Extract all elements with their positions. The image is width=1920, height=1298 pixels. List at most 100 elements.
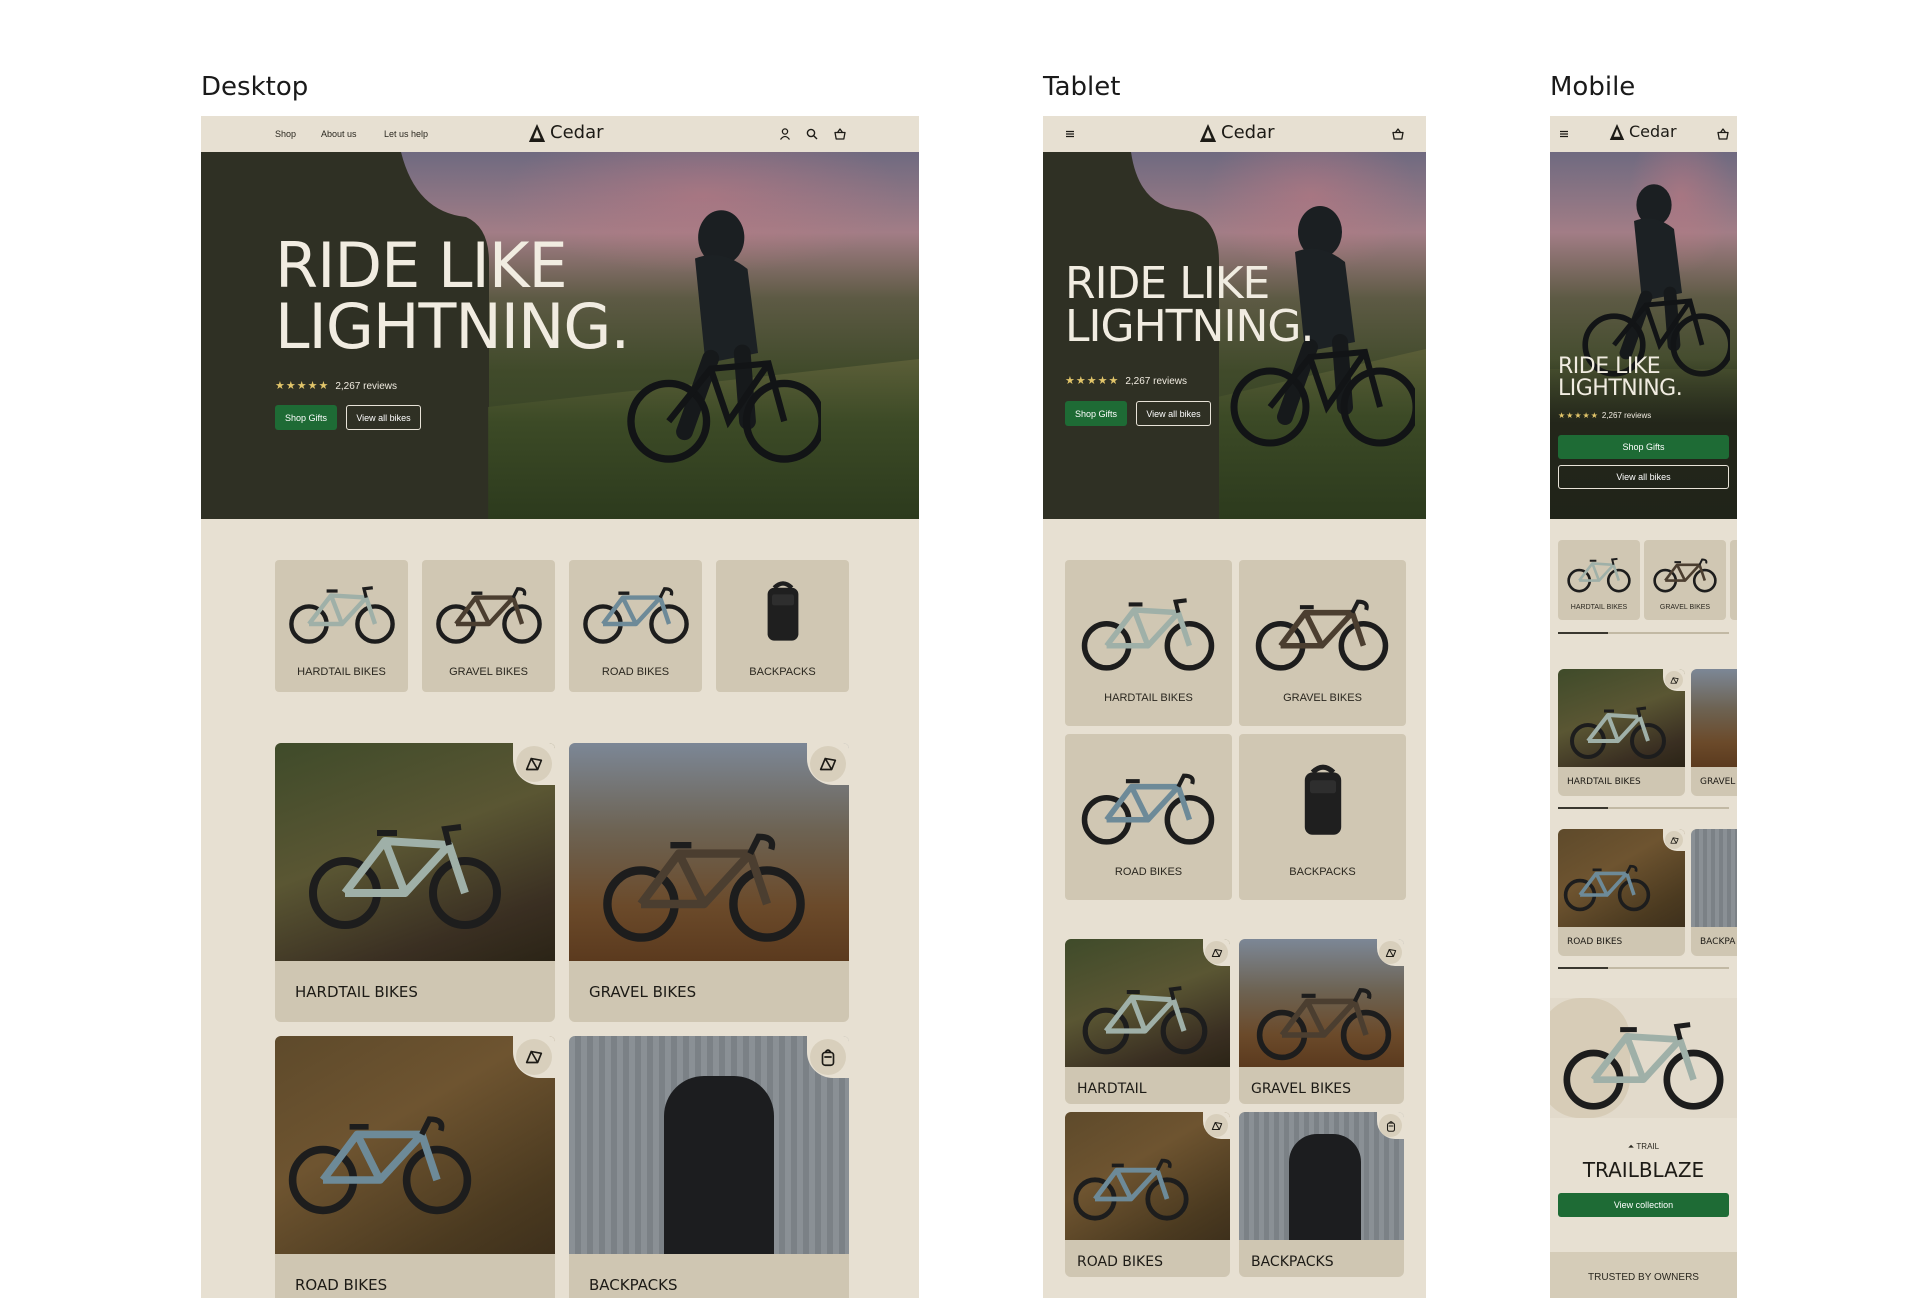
category-gravel[interactable]: GRAVEL BIKES [1239,560,1406,726]
bike-frame-icon [516,1039,552,1075]
category-hardtail[interactable]: HARDTAIL BIKES [1065,560,1232,726]
cedar-logo-icon [528,123,546,143]
hero-headline-line2: LIGHTNING. [1065,301,1314,353]
hero-rating: ★★★★★ 2,267 reviews [1065,374,1187,387]
cards-progress-2 [1558,967,1729,969]
card-title: HARDTAIL [1077,1081,1147,1097]
card-road[interactable]: ROAD BIKES [1065,1112,1230,1277]
category-hardtail[interactable]: HARDTAIL BIKES [1558,540,1640,620]
category-label: GRAVEL BIKES [449,666,528,678]
card-hardtail[interactable]: HARDTAIL [1065,939,1230,1104]
category-label: BACKPACKS [1289,866,1356,878]
category-road[interactable]: ROAD BIKES [1065,734,1232,900]
menu-icon[interactable] [1063,127,1077,141]
card-hardtail[interactable]: HARDTAIL BIKES [275,743,555,1022]
review-count: 2,267 reviews [335,381,398,392]
tablet-label: Tablet [1043,72,1121,102]
view-all-bikes-button[interactable]: View all bikes [1558,465,1729,489]
cedar-logo-icon [1609,123,1625,141]
category-label: GRAVEL BIKES [1283,692,1362,704]
shop-gifts-button[interactable]: Shop Gifts [1558,435,1729,459]
card-title: ROAD BIKES [1567,937,1623,947]
category-label: ROAD BIKES [1114,866,1183,878]
feature-tag-label: TRAIL [1636,1142,1660,1151]
category-label: HARDTAIL BIKES [1570,604,1628,611]
shop-gifts-button[interactable]: Shop Gifts [1065,401,1127,426]
nav-shop[interactable]: Shop [275,129,296,139]
view-collection-button[interactable]: View collection [1558,1193,1729,1217]
hardtail-bike-image [287,580,397,646]
review-count: 2,267 reviews [1125,376,1188,387]
card-hardtail[interactable]: HARDTAIL BIKES [1558,669,1685,796]
view-all-bikes-button[interactable]: View all bikes [1136,401,1211,426]
card-backpacks[interactable]: BACKPA [1691,829,1737,956]
desktop-hero: RIDE LIKE LIGHTNING. ★★★★★ 2,267 reviews … [201,152,919,519]
category-label: GRAVEL BIKES [1659,604,1711,611]
basket-icon[interactable] [1716,127,1730,141]
search-icon[interactable] [805,127,819,141]
gravel-bike-image [434,580,544,646]
review-count: 2,267 reviews [1601,411,1652,420]
tablet-nav: Cedar [1043,116,1426,152]
brand-logo[interactable]: Cedar [1609,122,1677,141]
card-title: BACKPACKS [1251,1254,1334,1270]
card-title: GRAVEL [1700,777,1736,787]
nav-help[interactable]: Let us help [384,129,428,139]
nav-about[interactable]: About us [321,129,357,139]
bike-frame-icon [1379,941,1402,964]
brand-logo[interactable]: Cedar [528,122,604,143]
category-hardtail[interactable]: HARDTAIL BIKES [275,560,408,692]
category-gravel[interactable]: GRAVEL BIKES [422,560,555,692]
tablet-frame: Cedar RIDE LIKE LIGHTNING. ★★★★★ 2,267 re… [1043,116,1426,1298]
basket-icon[interactable] [833,127,847,141]
bike-frame-icon [1205,941,1228,964]
road-bike-image [581,580,691,646]
trailblaze-bike-image [1555,1013,1732,1113]
hero-headline: RIDE LIKE LIGHTNING. [1558,356,1683,400]
road-bike-image [1079,764,1217,848]
brand-name: Cedar [1221,122,1275,143]
brand-logo[interactable]: Cedar [1199,122,1275,143]
card-gravel[interactable]: GRAVEL BIKES [1239,939,1404,1104]
category-label: HARDTAIL BIKES [297,666,386,678]
card-gravel[interactable]: GRAVEL [1691,669,1737,796]
hero-rider-image [611,192,821,472]
gravel-bike-image [1652,554,1718,594]
card-road[interactable]: ROAD BIKES [1558,829,1685,956]
card-title: GRAVEL BIKES [589,983,697,1001]
card-photo [275,743,555,961]
brand-name: Cedar [1629,122,1677,141]
category-next-peek[interactable] [1730,540,1737,620]
feature-section [1550,998,1737,1118]
desktop-label: Desktop [201,72,309,102]
tablet-hero: RIDE LIKE LIGHTNING. ★★★★★ 2,267 reviews … [1043,152,1426,519]
category-gravel[interactable]: GRAVEL BIKES [1644,540,1726,620]
backpack-icon [1379,1114,1402,1137]
card-title: BACKPA [1700,937,1736,947]
shop-gifts-button[interactable]: Shop Gifts [275,405,337,430]
backpack-icon [810,1039,846,1075]
category-label: ROAD BIKES [601,666,670,678]
menu-icon[interactable] [1557,127,1571,141]
view-all-bikes-button[interactable]: View all bikes [346,405,421,430]
card-title: HARDTAIL BIKES [295,983,418,1001]
carousel-progress [1558,632,1729,634]
card-road[interactable]: ROAD BIKES [275,1036,555,1298]
account-icon[interactable] [778,127,792,141]
category-backpacks[interactable]: BACKPACKS [1239,734,1406,900]
category-road[interactable]: ROAD BIKES [569,560,702,692]
backpack-image [761,576,805,648]
rating-stars: ★★★★★ [1558,411,1599,420]
card-photo [1691,669,1737,767]
card-backpacks[interactable]: BACKPACKS [569,1036,849,1298]
basket-icon[interactable] [1391,127,1405,141]
cedar-logo-icon [1199,123,1217,143]
card-title: BACKPACKS [589,1276,678,1294]
hero-headline: RIDE LIKE LIGHTNING. [275,235,630,358]
category-backpacks[interactable]: BACKPACKS [716,560,849,692]
card-backpacks[interactable]: BACKPACKS [1239,1112,1404,1277]
card-gravel[interactable]: GRAVEL BIKES [569,743,849,1022]
mobile-hero: RIDE LIKE LIGHTNING. ★★★★★ 2,267 reviews … [1550,152,1737,519]
hero-headline-line2: LIGHTNING. [275,289,630,363]
card-title: HARDTAIL BIKES [1567,777,1641,787]
